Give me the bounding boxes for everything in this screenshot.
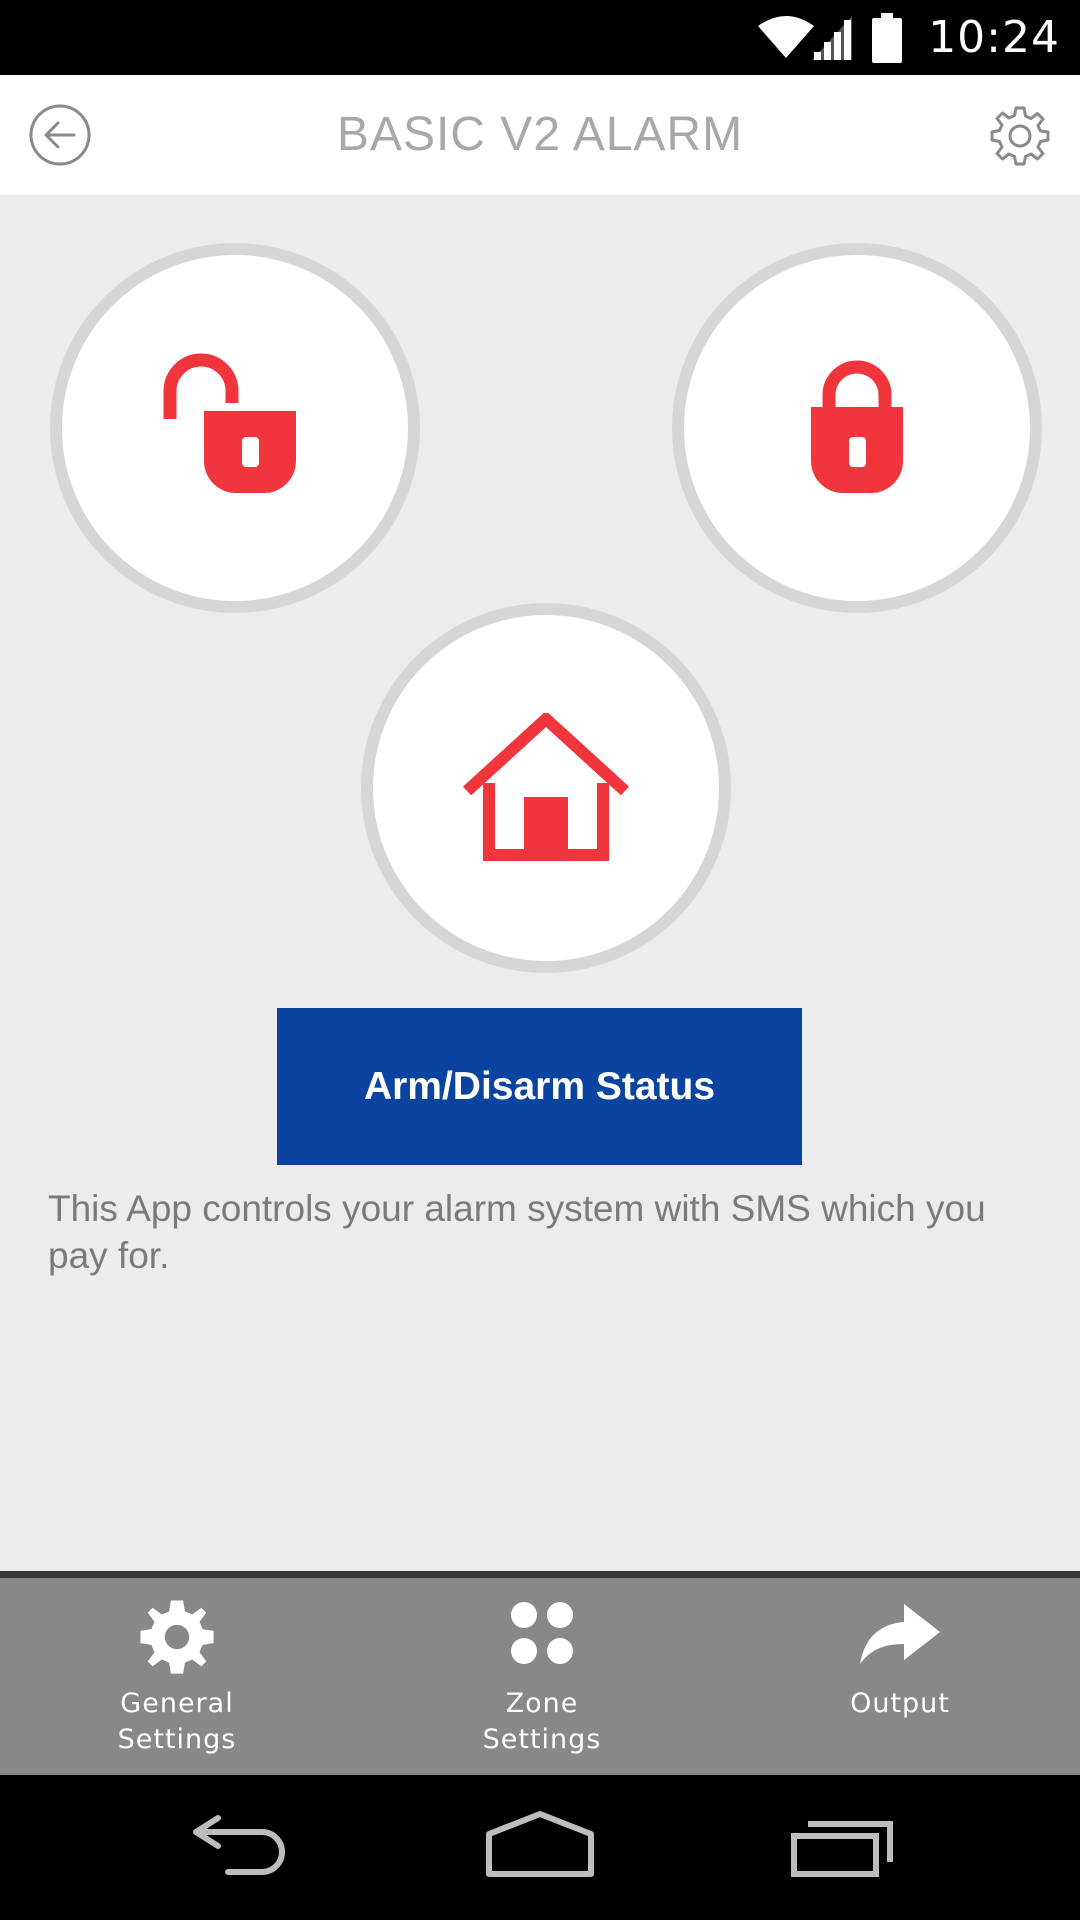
home-arm-button[interactable] xyxy=(361,603,731,973)
nav-recents-icon xyxy=(791,1821,893,1877)
nav-back-icon xyxy=(193,1815,285,1875)
zone-settings-label: Zone Settings xyxy=(482,1688,602,1755)
status-time: 10:24 xyxy=(928,12,1060,63)
share-arrow-icon xyxy=(858,1602,942,1671)
arm-disarm-status-button[interactable]: Arm/Disarm Status xyxy=(277,1008,802,1165)
zone-settings-button[interactable]: Zone Settings xyxy=(442,1578,642,1775)
nav-home-icon xyxy=(486,1811,594,1877)
page-title: BASIC V2 ALARM xyxy=(336,108,744,161)
nav-home-button[interactable] xyxy=(485,1810,595,1885)
general-settings-button[interactable]: General Settings xyxy=(77,1578,277,1775)
unlocked-padlock-icon xyxy=(163,353,296,493)
toolbar-divider xyxy=(0,1571,1080,1578)
bottom-toolbar: General Settings Zone Settings Output xyxy=(0,1578,1080,1775)
battery-icon xyxy=(872,12,903,63)
general-settings-label: General Settings xyxy=(117,1688,237,1755)
info-text: This App controls your alarm system with… xyxy=(48,1188,986,1276)
arm-button[interactable] xyxy=(672,243,1042,613)
output-label: Output xyxy=(850,1688,950,1719)
nav-recents-button[interactable] xyxy=(790,1810,894,1885)
settings-button[interactable] xyxy=(988,104,1052,168)
cell-signal-icon xyxy=(810,14,854,62)
nav-back-button[interactable] xyxy=(188,1810,292,1885)
output-button[interactable]: Output xyxy=(800,1578,1000,1775)
disarm-button[interactable] xyxy=(50,243,420,613)
gear-icon xyxy=(138,1598,216,1681)
locked-padlock-icon xyxy=(811,360,903,493)
back-button[interactable] xyxy=(28,103,92,167)
gear-outline-icon xyxy=(990,106,1050,166)
back-arrow-circle-icon xyxy=(29,104,91,166)
status-bar: 10:24 xyxy=(0,0,1080,75)
four-dots-icon xyxy=(507,1598,577,1673)
house-icon xyxy=(462,713,630,861)
status-icons: 10:24 xyxy=(758,0,1060,75)
wifi-icon xyxy=(758,15,815,60)
